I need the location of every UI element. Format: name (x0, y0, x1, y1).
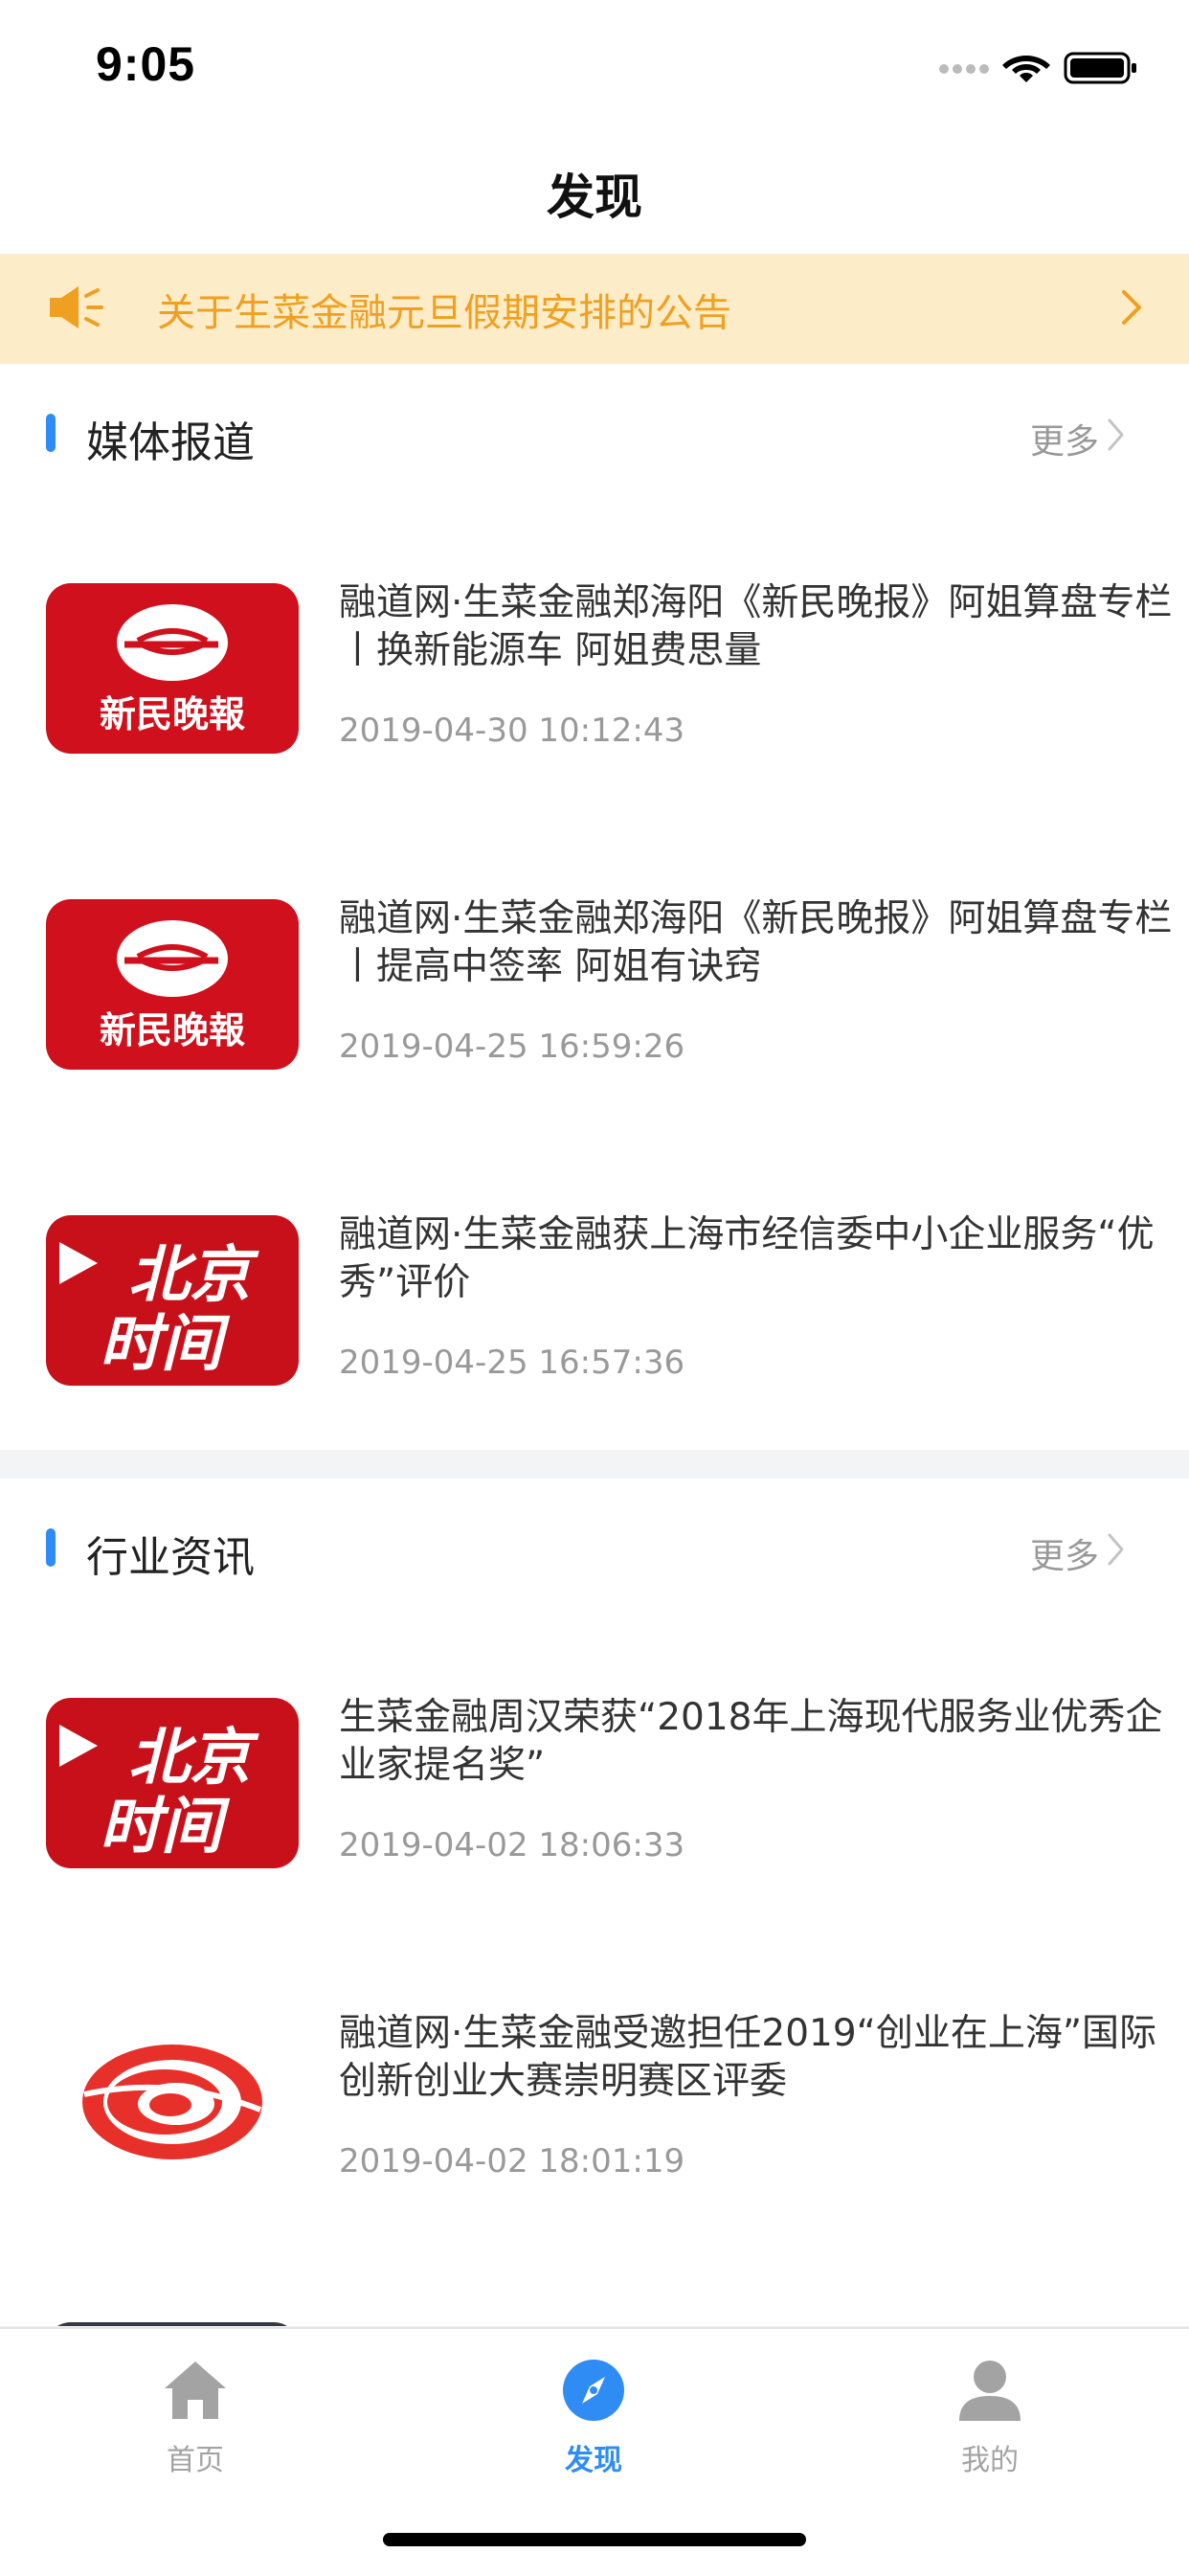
chevron-right-icon[interactable] (1107, 418, 1126, 456)
chevron-right-icon[interactable] (1107, 1532, 1126, 1570)
tab-home[interactable]: 首页 (100, 2358, 291, 2478)
article-title: 融道网·生菜金融获上海市经信委中小企业服务“优秀”评价 (339, 1213, 1155, 1304)
status-bar: 9:05 (0, 0, 1189, 124)
wifi-icon (1002, 56, 1050, 82)
chevron-right-icon (1120, 286, 1143, 332)
article-title: 融道网·生菜金融受邀担任2019“创业在上海”国际创新创业大赛崇明赛区评委 (339, 2012, 1157, 2103)
battery-icon (1064, 52, 1136, 84)
svg-text:北京: 北京 (128, 1240, 259, 1311)
article-date: 2019-04-25 16:57:36 (339, 1344, 685, 1382)
beijing-time-logo: 北京 时间 (46, 1698, 299, 1868)
status-time: 9:05 (96, 37, 196, 91)
svg-text:北京: 北京 (128, 1723, 259, 1794)
tab-label: 我的 (961, 2444, 1019, 2477)
section-accent-bar (46, 1528, 56, 1567)
article-date: 2019-04-02 18:01:19 (339, 2142, 685, 2181)
nav-bar: 发现 (0, 124, 1189, 254)
svg-text:时间: 时间 (100, 1309, 231, 1380)
user-icon (959, 2361, 1021, 2421)
list-item[interactable]: 融道网·生菜金融受邀担任2019“创业在上海”国际创新创业大赛崇明赛区评委 20… (0, 1933, 1189, 2251)
svg-text:时间: 时间 (100, 1792, 231, 1863)
section-title: 媒体报道 (86, 418, 255, 467)
tab-profile[interactable]: 我的 (894, 2358, 1086, 2478)
phoenix-logo (46, 2014, 299, 2184)
home-indicator (383, 2533, 806, 2546)
xinmin-logo: 新民晚報 (46, 583, 299, 754)
status-icons (938, 48, 1139, 90)
notice-banner[interactable]: 关于生菜金融元旦假期安排的公告 (0, 254, 1189, 364)
list-item[interactable]: 新民晚報 融道网·生菜金融郑海阳《新民晚报》阿姐算盘专栏丨换新能源车 阿姐费思量… (0, 503, 1189, 821)
home-icon (165, 2361, 226, 2419)
article-title: 融道网·生菜金融郑海阳《新民晚报》阿姐算盘专栏丨换新能源车 阿姐费思量 (339, 581, 1173, 672)
cellular-signal-icon (939, 64, 989, 74)
xinmin-logo: 新民晚報 (46, 899, 299, 1070)
beijing-time-logo: 北京 时间 (46, 1215, 299, 1386)
article-date: 2019-04-30 10:12:43 (339, 712, 685, 750)
more-link[interactable]: 更多 (1030, 414, 1099, 463)
section-header-media: 媒体报道 更多 (0, 364, 1189, 505)
svg-text:新民晚報: 新民晚報 (100, 1008, 245, 1051)
more-link[interactable]: 更多 (1030, 1528, 1099, 1578)
list-item[interactable] (0, 2249, 1189, 2328)
tab-discover[interactable]: 发现 (498, 2358, 689, 2478)
section-accent-bar (46, 414, 56, 452)
tab-label: 首页 (167, 2444, 224, 2477)
list-item[interactable]: 新民晚報 融道网·生菜金融郑海阳《新民晚报》阿姐算盘专栏丨提高中签率 阿姐有诀窍… (0, 819, 1189, 1137)
article-date: 2019-04-25 16:59:26 (339, 1028, 685, 1066)
notice-text: 关于生菜金融元旦假期安排的公告 (157, 291, 731, 335)
article-title: 融道网·生菜金融郑海阳《新民晚报》阿姐算盘专栏丨提高中签率 阿姐有诀窍 (339, 897, 1173, 988)
section-divider (0, 1450, 1189, 1479)
compass-icon (563, 2360, 624, 2421)
article-title: 生菜金融周汉荣获“2018年上海现代服务业优秀企业家提名奖” (339, 1696, 1163, 1787)
svg-text:新民晚報: 新民晚報 (100, 692, 245, 735)
article-date: 2019-04-02 18:06:33 (339, 1826, 685, 1864)
section-title: 行业资讯 (86, 1533, 255, 1582)
page-title: 发现 (547, 169, 642, 225)
list-item[interactable]: 北京 时间 生菜金融周汉荣获“2018年上海现代服务业优秀企业家提名奖” 201… (0, 1617, 1189, 1935)
section-header-industry: 行业资讯 更多 (0, 1479, 1189, 1619)
megaphone-icon (46, 279, 107, 340)
list-item[interactable]: 北京 时间 融道网·生菜金融获上海市经信委中小企业服务“优秀”评价 2019-0… (0, 1135, 1189, 1453)
tab-label: 发现 (565, 2444, 622, 2477)
